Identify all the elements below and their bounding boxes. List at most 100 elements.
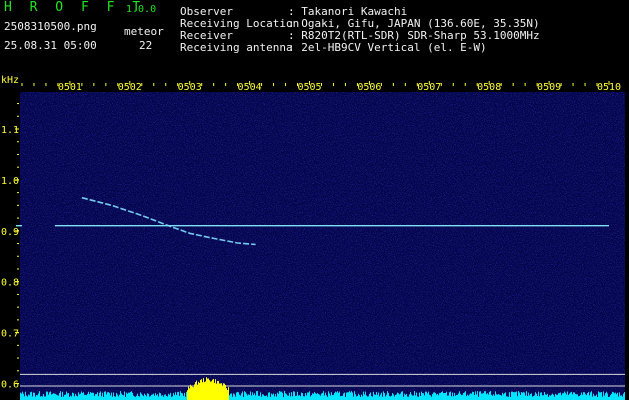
activity-bar-segment bbox=[294, 391, 295, 400]
activity-bar-segment bbox=[269, 392, 270, 400]
activity-bar-segment bbox=[245, 392, 246, 400]
activity-bar-segment bbox=[461, 395, 462, 400]
activity-bar-segment bbox=[173, 393, 174, 400]
activity-bar-segment bbox=[421, 391, 422, 400]
activity-bar-segment bbox=[58, 395, 59, 400]
activity-bar-segment bbox=[384, 393, 385, 400]
activity-bar-segment bbox=[271, 393, 272, 400]
activity-bar-segment bbox=[398, 393, 399, 400]
activity-bar-segment bbox=[114, 396, 115, 400]
activity-bar-segment bbox=[319, 394, 320, 400]
activity-bar-segment bbox=[236, 392, 237, 400]
activity-bar-segment bbox=[596, 394, 597, 400]
activity-bar-segment bbox=[191, 386, 192, 400]
activity-bar-segment bbox=[512, 391, 513, 400]
activity-bar-segment bbox=[370, 392, 371, 400]
activity-bar-segment bbox=[175, 392, 176, 400]
activity-bar-segment bbox=[310, 396, 311, 400]
activity-bar-segment bbox=[552, 393, 553, 400]
activity-bar-segment bbox=[192, 386, 193, 400]
x-tick-label: 0507 bbox=[417, 82, 441, 93]
x-axis: 0501 0502 0503 0504 0505 0506 0507 0508 0509 0510 bbox=[21, 81, 621, 93]
activity-bar-segment bbox=[274, 396, 275, 400]
activity-bar-segment bbox=[203, 378, 204, 400]
activity-bar-segment bbox=[534, 395, 535, 400]
activity-bar-segment bbox=[542, 395, 543, 400]
activity-bar-segment bbox=[217, 380, 218, 400]
activity-bar-segment bbox=[347, 392, 348, 400]
activity-bar-segment bbox=[341, 395, 342, 400]
activity-bar-segment bbox=[553, 394, 554, 400]
activity-bar-segment bbox=[379, 396, 380, 400]
activity-bar-segment bbox=[605, 393, 606, 400]
activity-bar-segment bbox=[137, 393, 138, 400]
activity-bar-segment bbox=[205, 381, 206, 400]
activity-bar-segment bbox=[350, 392, 351, 400]
activity-bar-segment bbox=[118, 396, 119, 400]
activity-bar-segment bbox=[253, 394, 254, 400]
activity-bar-segment bbox=[94, 395, 95, 400]
activity-bar-segment bbox=[476, 394, 477, 400]
activity-bar-segment bbox=[451, 396, 452, 400]
activity-bar-segment bbox=[396, 394, 397, 400]
activity-bar-segment bbox=[98, 396, 99, 400]
activity-bar-segment bbox=[610, 395, 611, 400]
activity-bar-segment bbox=[566, 394, 567, 400]
activity-bar-segment bbox=[495, 391, 496, 400]
activity-bar-segment bbox=[533, 396, 534, 400]
activity-bar-segment bbox=[395, 394, 396, 400]
activity-bar-segment bbox=[383, 391, 384, 400]
activity-bar-segment bbox=[599, 392, 600, 400]
activity-bar-segment bbox=[155, 393, 156, 400]
activity-bar-segment bbox=[519, 392, 520, 400]
activity-bar-segment bbox=[308, 392, 309, 400]
activity-bar-segment bbox=[494, 395, 495, 400]
activity-bar-segment bbox=[504, 393, 505, 400]
activity-bar-segment bbox=[397, 392, 398, 400]
activity-bar-segment bbox=[67, 393, 68, 400]
activity-bar-segment bbox=[124, 391, 125, 400]
activity-bar-segment bbox=[93, 392, 94, 400]
activity-bar-segment bbox=[344, 392, 345, 400]
x-tick-label: 0510 bbox=[597, 82, 621, 93]
activity-bar-segment bbox=[521, 392, 522, 400]
activity-bar-segment bbox=[331, 392, 332, 400]
activity-bar-segment bbox=[550, 395, 551, 400]
activity-bar-segment bbox=[71, 396, 72, 400]
activity-bar-segment bbox=[465, 391, 466, 400]
activity-bar-segment bbox=[538, 391, 539, 400]
activity-bar-segment bbox=[30, 392, 31, 400]
activity-bar-segment bbox=[138, 395, 139, 400]
activity-bar-segment bbox=[530, 394, 531, 400]
activity-bar-segment bbox=[92, 392, 93, 400]
activity-bar-segment bbox=[441, 392, 442, 400]
activity-bar-segment bbox=[91, 392, 92, 400]
activity-bar-segment bbox=[617, 392, 618, 400]
activity-bar-segment bbox=[590, 392, 591, 400]
activity-bar-segment bbox=[199, 382, 200, 400]
activity-bar-segment bbox=[473, 392, 474, 400]
activity-bar-segment bbox=[87, 393, 88, 400]
activity-bar-segment bbox=[593, 393, 594, 400]
activity-bar-segment bbox=[60, 391, 61, 400]
activity-bar-segment bbox=[48, 394, 49, 400]
activity-bar-segment bbox=[52, 393, 53, 400]
activity-bar-segment bbox=[618, 396, 619, 400]
activity-bar-segment bbox=[215, 379, 216, 400]
activity-bar-segment bbox=[454, 392, 455, 400]
activity-bar-segment bbox=[139, 396, 140, 400]
activity-bar-segment bbox=[462, 394, 463, 400]
activity-bar-segment bbox=[330, 395, 331, 400]
activity-bar-segment bbox=[198, 381, 199, 400]
y-tick-label: 1.0 bbox=[1, 176, 19, 187]
activity-bar-segment bbox=[580, 395, 581, 400]
activity-bar-segment bbox=[588, 391, 589, 400]
activity-bar-segment bbox=[59, 392, 60, 400]
activity-bar-segment bbox=[492, 395, 493, 400]
activity-bar-segment bbox=[437, 393, 438, 400]
activity-bar-segment bbox=[167, 396, 168, 400]
activity-bar-segment bbox=[600, 392, 601, 400]
activity-bar-segment bbox=[166, 396, 167, 400]
activity-bar-segment bbox=[592, 396, 593, 400]
activity-bar-segment bbox=[54, 393, 55, 400]
